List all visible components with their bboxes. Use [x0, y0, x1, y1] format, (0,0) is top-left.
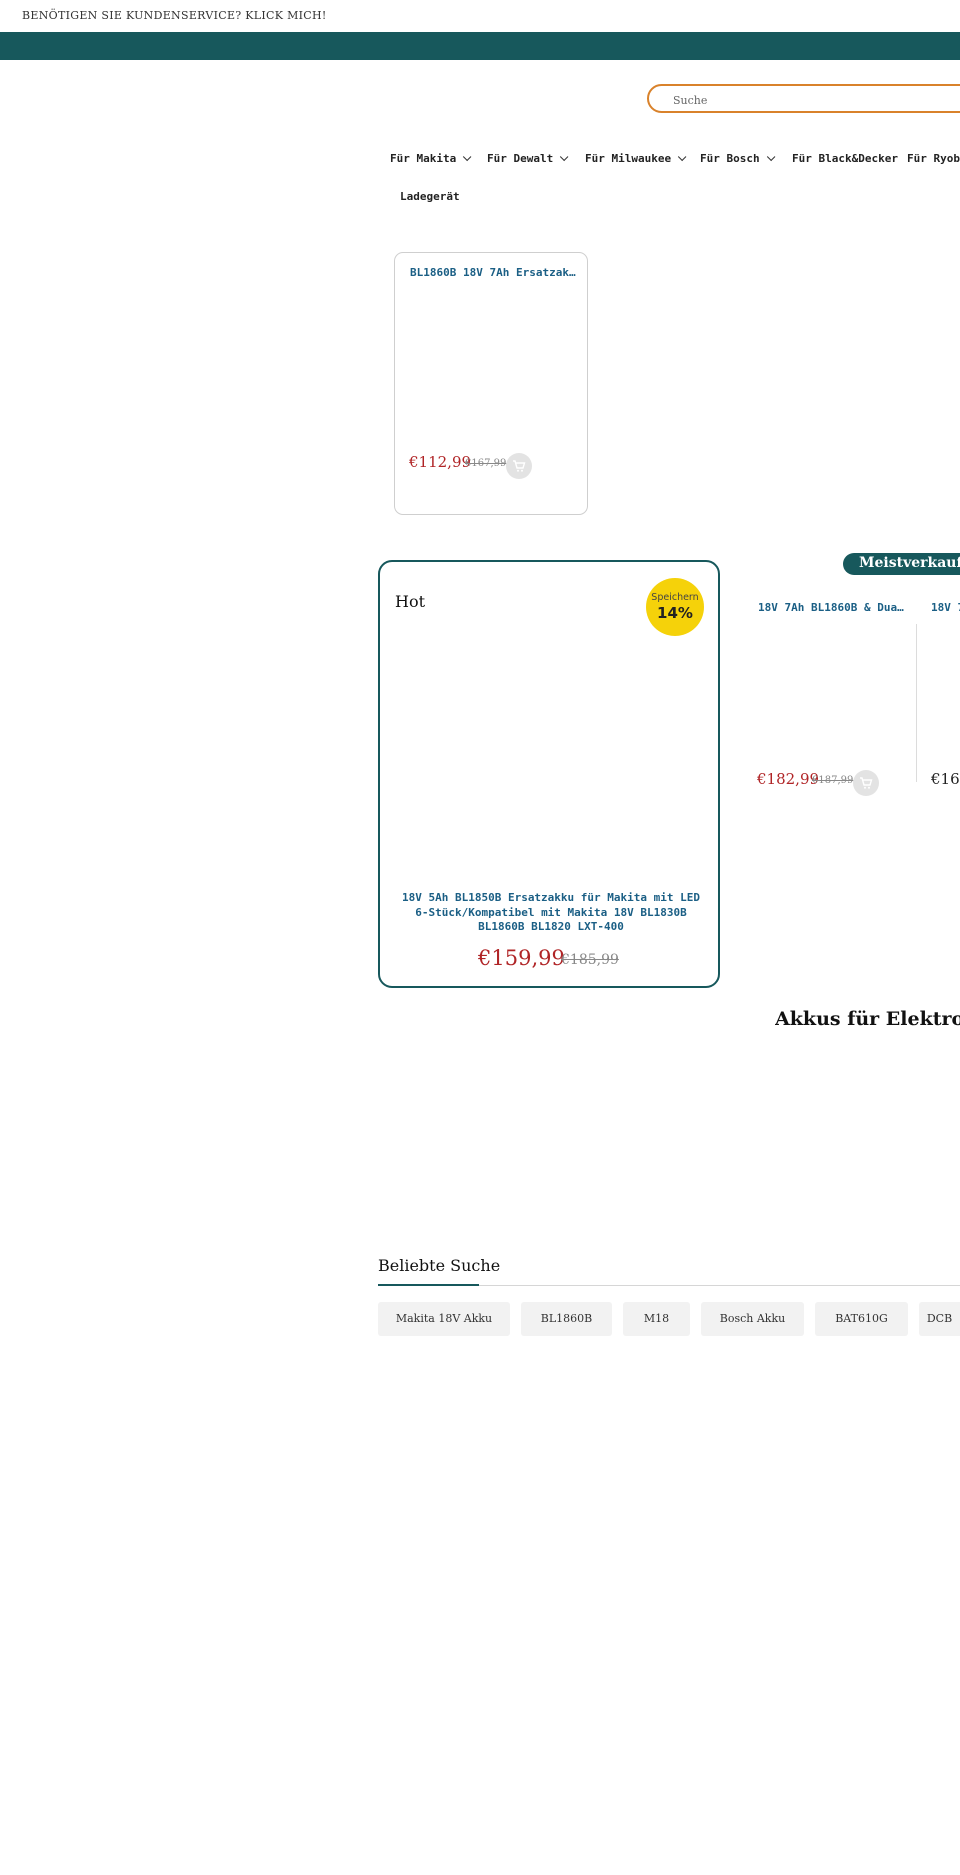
- chevron-down-icon: [463, 152, 472, 162]
- chevron-down-icon: [677, 152, 687, 162]
- nav-item-makita[interactable]: Für Makita: [390, 152, 472, 165]
- bestseller-price: €168: [931, 770, 960, 788]
- bestseller-price: €182,99: [757, 770, 820, 788]
- nav-item-label: Ladegerät: [400, 190, 460, 203]
- popular-search-underline: [378, 1284, 479, 1286]
- nav-item-milwaukee[interactable]: Für Milwaukee: [585, 152, 687, 165]
- search-tag[interactable]: M18: [623, 1302, 690, 1336]
- featured-price: €159,99: [478, 946, 565, 970]
- badge-percent: 14%: [657, 604, 693, 622]
- bestseller-product-title[interactable]: 18V 7Ah: [931, 601, 960, 614]
- product-title[interactable]: BL1860B 18V 7Ah Ersatzakku für Makita: [410, 266, 578, 279]
- nav-item-ryobi[interactable]: Für Ryobi: [907, 152, 960, 165]
- header-band: [0, 32, 960, 60]
- nav-item-label: Für Black&Decker: [792, 152, 898, 165]
- section-title: Akkus für Elektrowerkzeuge: [775, 1008, 960, 1030]
- discount-badge: Speichern 14%: [646, 578, 704, 636]
- nav-item-label: Für Makita: [390, 152, 457, 165]
- featured-product-card[interactable]: Hot Speichern 14% 18V 5Ah BL1850B Ersatz…: [378, 560, 720, 988]
- nav-item-bosch[interactable]: Für Bosch: [700, 152, 775, 165]
- search-tag[interactable]: BAT610G: [815, 1302, 908, 1336]
- bestseller-product-title[interactable]: 18V 7Ah BL1860B & Dual Ladegerät: [758, 601, 904, 614]
- featured-old-price: €185,99: [561, 952, 619, 968]
- product-divider: [916, 624, 917, 782]
- bestseller-old-price: €187,99: [812, 775, 854, 786]
- chevron-down-icon: [560, 152, 569, 162]
- bestseller-label: Meistverkauft: [843, 553, 960, 575]
- search-input[interactable]: [671, 91, 955, 109]
- search-tag[interactable]: DCB: [919, 1302, 960, 1336]
- product-old-price: €167,99: [465, 458, 507, 469]
- nav-item-label: Für Milwaukee: [585, 152, 672, 165]
- product-price: €112,99: [409, 453, 472, 471]
- search-tag[interactable]: BL1860B: [521, 1302, 612, 1336]
- chevron-down-icon: [766, 152, 775, 162]
- nav-item-label: Für Ryobi: [907, 152, 960, 165]
- badge-caption: Speichern: [651, 592, 699, 603]
- nav-item-ladegeraet[interactable]: Ladegerät: [400, 190, 460, 203]
- nav-item-dewalt[interactable]: Für Dewalt: [487, 152, 569, 165]
- add-to-cart-button[interactable]: [506, 453, 532, 479]
- search-tag[interactable]: Makita 18V Akku: [378, 1302, 510, 1336]
- cart-icon: [860, 777, 873, 789]
- nav-item-label: Für Dewalt: [487, 152, 554, 165]
- search-tag[interactable]: Bosch Akku: [701, 1302, 804, 1336]
- cart-icon: [513, 460, 526, 472]
- search-box[interactable]: [647, 84, 960, 113]
- nav-item-label: Für Bosch: [700, 152, 760, 165]
- add-to-cart-button[interactable]: [853, 770, 879, 796]
- customer-service-link[interactable]: BENÖTIGEN SIE KUNDENSERVICE? KLICK MICH!: [22, 9, 327, 22]
- popular-search-title: Beliebte Suche: [378, 1256, 501, 1275]
- nav-item-blackdecker[interactable]: Für Black&Decker: [792, 152, 898, 165]
- hot-label: Hot: [395, 592, 426, 611]
- featured-product-title[interactable]: 18V 5Ah BL1850B Ersatzakku für Makita mi…: [400, 891, 702, 935]
- product-card[interactable]: BL1860B 18V 7Ah Ersatzakku für Makita €1…: [394, 252, 588, 515]
